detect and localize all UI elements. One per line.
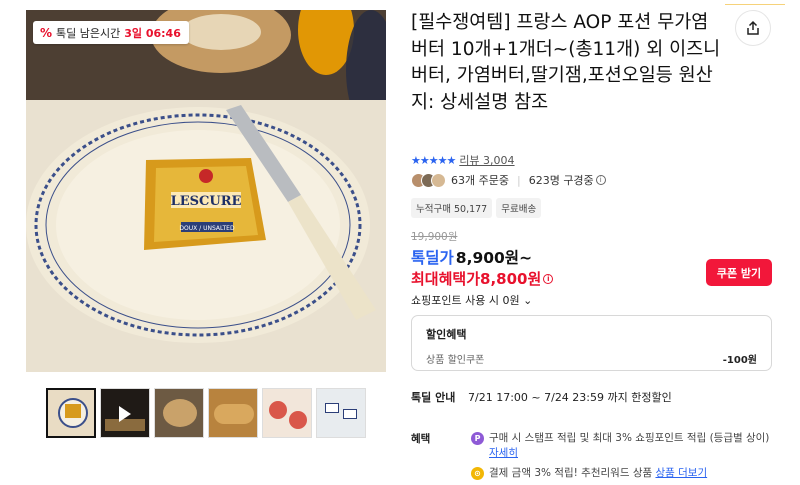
buyer-avatars [411, 172, 446, 188]
review-link[interactable]: 리뷰 3,004 [459, 152, 514, 168]
timer-value: 3일 06:46 [124, 26, 181, 40]
discount-item-row: 상품 할인쿠폰 -100원 [426, 351, 757, 366]
deal-info-value: 7/21 17:00 ~ 7/24 23:59 까지 한정할인 [468, 391, 672, 404]
thumb-strawberry-toast[interactable] [262, 388, 312, 438]
product-title: [필수쟁여템] 프랑스 AOP 포션 무가염 버터 10개+1개더~(총11개)… [411, 12, 721, 113]
benefit-item-reward-text: 결제 금액 3% 적립! 추천리워드 상품 상품 더보기 [489, 466, 707, 481]
chevron-down-icon: ⌄ [523, 294, 533, 307]
tag-cumulative-purchase: 누적구매 50,177 [411, 198, 493, 218]
discount-header: 할인혜택 [426, 328, 467, 341]
star-rating-icon: ★★★★★ [411, 153, 456, 167]
timer-label: 톡딜 남은시간 [56, 26, 121, 40]
more-products-link[interactable]: 상품 더보기 [655, 467, 707, 479]
orders-count: 63개 주문중 [451, 174, 509, 187]
deal-price-value: 8,900원~ [455, 249, 533, 267]
rating-row: ★★★★★ 리뷰 3,004 [411, 152, 515, 168]
thumb-video[interactable] [100, 388, 150, 438]
divider: | [516, 173, 521, 187]
benefit-section: 혜택 P 구매 시 스탬프 적립 및 최대 3% 쇼핑포인트 적립 (등급별 상… [411, 431, 781, 485]
points-dropdown[interactable]: 쇼핑포인트 사용 시 0원 ⌄ [411, 292, 532, 308]
benefit-items: P 구매 시 스탬프 적립 및 최대 3% 쇼핑포인트 적립 (등급별 상이) … [471, 431, 781, 485]
info-icon[interactable]: i [595, 175, 606, 185]
discount-item-amount: -100원 [722, 355, 757, 366]
info-icon[interactable]: i [543, 273, 554, 284]
get-coupon-button[interactable]: 쿠폰 받기 [706, 259, 772, 286]
butter-brand: LESCURE [171, 194, 242, 209]
butter-variant: DOUX / UNSALTED [179, 225, 235, 232]
benefit-key: 혜택 [411, 433, 431, 445]
viewers-count: 623명 구경중 [528, 174, 594, 187]
benefit-item-points: P 구매 시 스탬프 적립 및 최대 3% 쇼핑포인트 적립 (등급별 상이) … [471, 431, 781, 461]
benefit-item-points-text: 구매 시 스탬프 적립 및 최대 3% 쇼핑포인트 적립 (등급별 상이) 자세… [489, 431, 781, 461]
product-photo: LESCURE DOUX / UNSALTED [26, 10, 386, 372]
deal-timer-badge: % 톡딜 남은시간 3일 06:46 [33, 21, 189, 44]
avatar [431, 172, 446, 188]
percent-icon: % [40, 25, 53, 40]
thumb-croissants[interactable] [208, 388, 258, 438]
thumb-butter-plate[interactable] [46, 388, 96, 438]
discount-benefit-box: 할인혜택 상품 할인쿠폰 -100원 [411, 315, 772, 371]
benefit-text: 결제 금액 3% 적립! 추천리워드 상품 [489, 467, 653, 479]
max-benefit-value: 8,800원 [480, 270, 542, 288]
share-button[interactable] [735, 10, 771, 46]
benefit-text: 구매 시 스탬프 적립 및 최대 3% 쇼핑포인트 적립 (등급별 상이) [489, 432, 770, 444]
deal-info-row: 톡딜 안내 7/21 17:00 ~ 7/24 23:59 까지 한정할인 [411, 389, 672, 405]
deal-price-label: 톡딜가 [411, 249, 454, 267]
deal-info-key: 톡딜 안내 [411, 391, 456, 404]
product-tags: 누적구매 50,177 무료배송 [411, 198, 542, 218]
max-benefit-label: 최대혜택가 [411, 270, 481, 288]
max-benefit-price: 최대혜택가 8,800원 i [411, 268, 554, 289]
deal-price: 톡딜가 8,900원~ [411, 246, 532, 268]
butter-package: LESCURE DOUX / UNSALTED [144, 158, 266, 250]
share-icon [747, 20, 759, 35]
social-proof-row: 63개 주문중 | 623명 구경중 i [411, 172, 606, 188]
product-main-image: LESCURE DOUX / UNSALTED [26, 10, 386, 372]
original-price: 19,900원 [411, 231, 458, 243]
thumbnail-strip [46, 388, 366, 438]
coin-icon: ⊙ [471, 467, 484, 480]
point-icon: P [471, 432, 484, 445]
play-icon [119, 406, 131, 422]
details-link[interactable]: 자세히 [489, 447, 518, 459]
tag-free-shipping: 무료배송 [496, 198, 542, 218]
discount-item-label: 상품 할인쿠폰 [426, 355, 485, 366]
thumb-bread[interactable] [154, 388, 204, 438]
benefit-item-reward: ⊙ 결제 금액 3% 적립! 추천리워드 상품 상품 더보기 [471, 466, 781, 481]
points-label: 쇼핑포인트 사용 시 0원 [411, 294, 520, 307]
top-accent-line [725, 0, 785, 5]
thumb-butter-pieces[interactable] [316, 388, 366, 438]
